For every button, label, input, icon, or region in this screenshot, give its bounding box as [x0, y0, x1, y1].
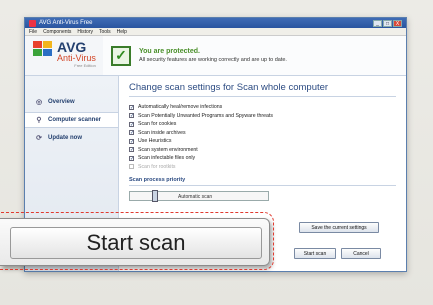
- status-title: You are protected.: [139, 48, 200, 55]
- brand-area: AVG Anti-Virus Free Edition: [25, 36, 103, 75]
- priority-slider[interactable]: Automatic scan: [129, 190, 269, 202]
- menu-history[interactable]: History: [77, 29, 93, 35]
- slider-handle[interactable]: [152, 190, 158, 202]
- menu-components[interactable]: Components: [43, 29, 71, 35]
- checkbox: [129, 164, 134, 170]
- window-controls: _ □ X: [373, 19, 402, 27]
- checkbox[interactable]: ✓: [129, 121, 134, 127]
- sidebar-item-update-now[interactable]: ⟳ Update now: [25, 130, 118, 146]
- brand-text: AVG Anti-Virus Free Edition: [57, 40, 96, 75]
- option-rootkits: Scan for rootkits: [129, 163, 396, 172]
- overview-icon: ◎: [35, 99, 43, 106]
- sidebar-item-label: Computer scanner: [48, 117, 102, 123]
- option-label: Scan for rootkits: [138, 163, 176, 170]
- menu-file[interactable]: File: [29, 29, 37, 35]
- title-bar: AVG Anti-Virus Free _ □ X: [25, 18, 406, 28]
- priority-row: Automatic scan: [129, 190, 396, 202]
- maximize-button[interactable]: □: [383, 19, 392, 27]
- page-title: Change scan settings for Scan whole comp…: [129, 82, 396, 97]
- option-infectable-files[interactable]: ✓ Scan infectable files only: [129, 154, 396, 163]
- minimize-button[interactable]: _: [373, 19, 382, 27]
- option-label: Scan for cookies: [138, 121, 177, 128]
- option-scan-cookies[interactable]: ✓ Scan for cookies: [129, 120, 396, 129]
- window-title: AVG Anti-Virus Free: [39, 20, 93, 26]
- sidebar-item-label: Update now: [48, 135, 82, 141]
- header: AVG Anti-Virus Free Edition ✓ You are pr…: [25, 36, 406, 76]
- option-label: Scan system environment: [138, 146, 198, 153]
- menu-help[interactable]: Help: [117, 29, 127, 35]
- start-scan-button[interactable]: Start scan: [294, 248, 336, 259]
- update-icon: ⟳: [36, 135, 42, 142]
- save-settings-button[interactable]: Save the current settings: [299, 222, 379, 233]
- option-label: Use Heuristics: [138, 138, 172, 145]
- zoom-callout: Start scan: [0, 218, 270, 266]
- checkbox[interactable]: ✓: [129, 130, 134, 136]
- option-heuristics[interactable]: ✓ Use Heuristics: [129, 137, 396, 146]
- checkbox[interactable]: ✓: [129, 113, 134, 119]
- checkbox[interactable]: ✓: [129, 155, 134, 161]
- option-scan-archives[interactable]: ✓ Scan inside archives: [129, 129, 396, 138]
- menu-tools[interactable]: Tools: [99, 29, 111, 35]
- search-icon: ⚲: [36, 117, 42, 124]
- checkbox[interactable]: ✓: [129, 147, 134, 153]
- brand-product: Anti-Virus: [57, 53, 96, 63]
- zoomed-start-scan-button[interactable]: Start scan: [10, 227, 262, 259]
- cancel-button[interactable]: Cancel: [341, 248, 381, 259]
- avg-app-icon: [29, 19, 36, 27]
- sidebar-item-label: Overview: [48, 99, 75, 105]
- option-label: Scan infectable files only: [138, 155, 196, 162]
- option-label: Scan Potentially Unwanted Programs and S…: [138, 112, 273, 119]
- status-description: All security features are working correc…: [139, 57, 287, 63]
- option-system-environment[interactable]: ✓ Scan system environment: [129, 146, 396, 155]
- close-button[interactable]: X: [393, 19, 402, 27]
- menu-bar: File Components History Tools Help: [25, 28, 406, 36]
- checkbox[interactable]: ✓: [129, 138, 134, 144]
- protected-check-icon: ✓: [111, 45, 131, 66]
- option-label: Automatically heal/remove infections: [138, 104, 223, 111]
- sidebar-item-computer-scanner[interactable]: ⚲ Computer scanner: [25, 112, 118, 128]
- option-label: Scan inside archives: [138, 129, 186, 136]
- option-heal-remove[interactable]: ✓ Automatically heal/remove infections: [129, 103, 396, 112]
- option-scan-pup[interactable]: ✓ Scan Potentially Unwanted Programs and …: [129, 112, 396, 121]
- priority-label: Automatic scan: [178, 194, 213, 200]
- checkbox[interactable]: ✓: [129, 104, 134, 110]
- brand-edition: Free Edition: [74, 63, 96, 68]
- avg-logo-icon: [33, 41, 53, 57]
- priority-section-title: Scan process priority: [129, 177, 396, 186]
- sidebar-item-overview[interactable]: ◎ Overview: [25, 94, 118, 110]
- status-area: ✓ You are protected. All security featur…: [103, 36, 406, 75]
